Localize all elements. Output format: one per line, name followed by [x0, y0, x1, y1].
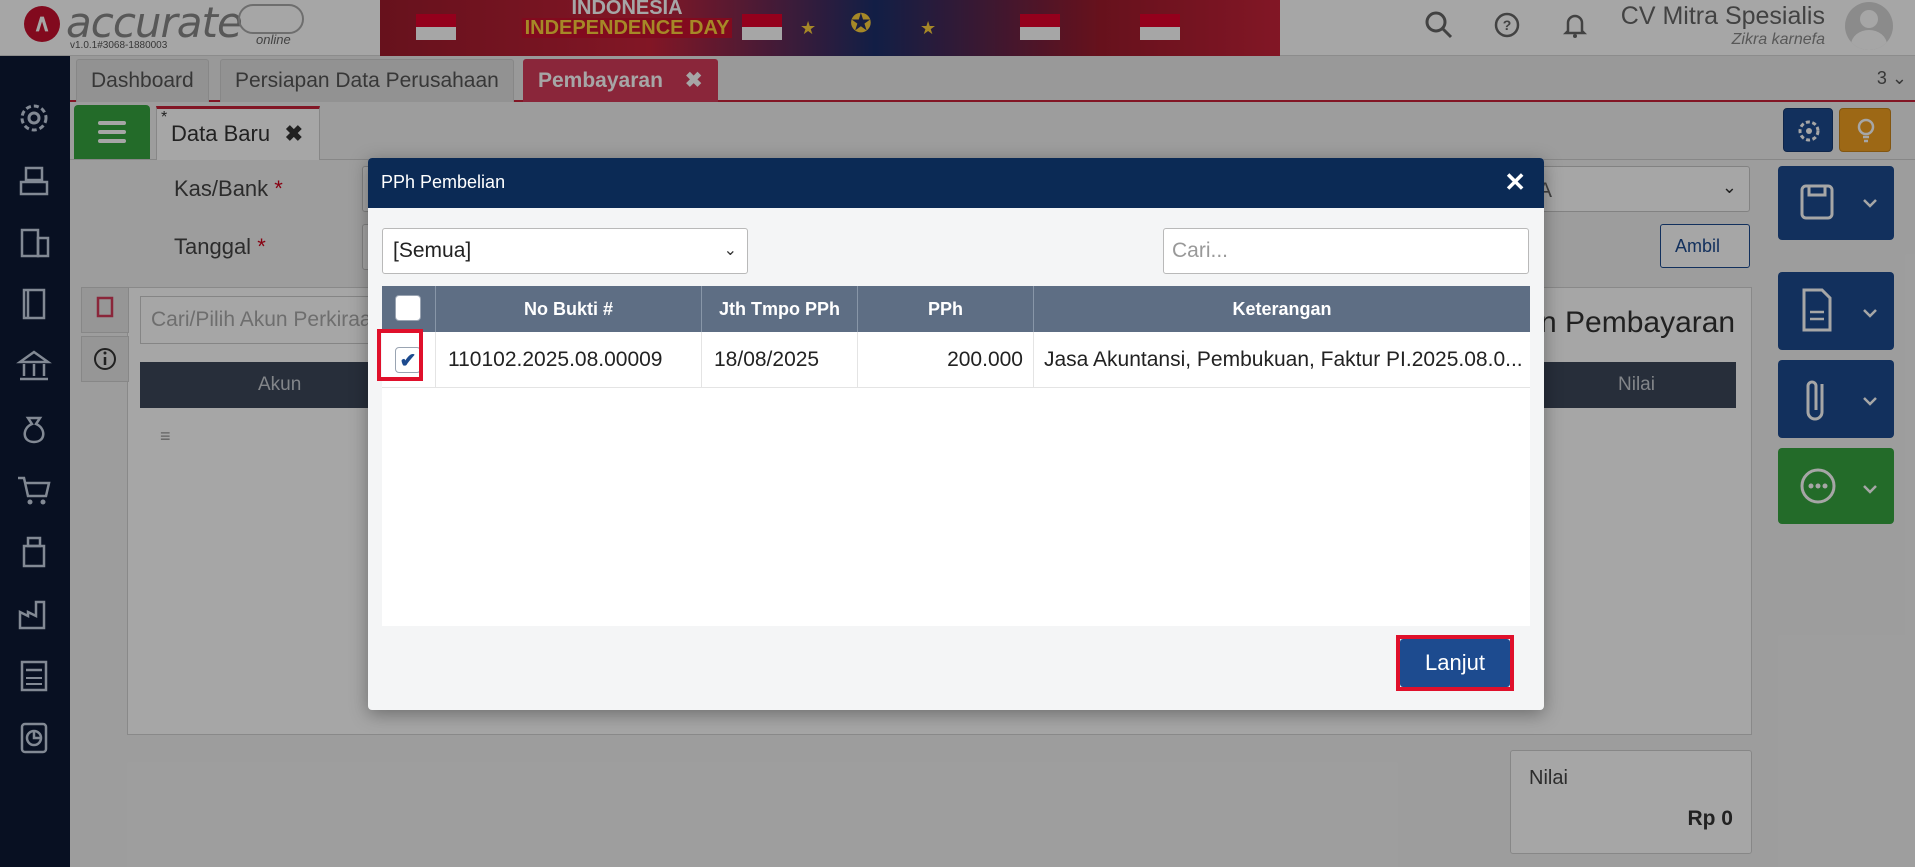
column-jth-tmpo[interactable]: Jth Tmpo PPh: [702, 286, 858, 332]
filter-select[interactable]: [Semua] ⌄: [382, 228, 748, 274]
table-row[interactable]: ✔ 110102.2025.08.00009 18/08/2025 200.00…: [382, 332, 1530, 388]
keterangan-cell: Jasa Akuntansi, Pembukuan, Faktur PI.202…: [1044, 348, 1523, 371]
table-header: No Bukti # Jth Tmpo PPh PPh Keterangan: [382, 286, 1530, 332]
select-all-cell: [382, 286, 436, 332]
checkbox-highlight: [377, 329, 423, 381]
jth-tmpo-cell: 18/08/2025: [702, 332, 858, 388]
close-icon[interactable]: ✕: [1504, 166, 1526, 198]
select-all-checkbox[interactable]: [395, 295, 421, 321]
filter-value: [Semua]: [393, 239, 472, 262]
pph-cell: 200.000: [858, 332, 1034, 388]
pph-pembelian-dialog: PPh Pembelian ✕ [Semua] ⌄ No Bukti # Jth…: [368, 158, 1544, 710]
dialog-header: PPh Pembelian ✕: [368, 158, 1544, 208]
no-bukti-cell: 110102.2025.08.00009: [436, 332, 702, 388]
chevron-down-icon: ⌄: [723, 242, 737, 259]
column-keterangan[interactable]: Keterangan: [1034, 286, 1530, 332]
lanjut-highlight: [1396, 635, 1514, 691]
column-no-bukti[interactable]: No Bukti #: [436, 286, 702, 332]
dialog-title: PPh Pembelian: [381, 172, 506, 192]
pph-table: No Bukti # Jth Tmpo PPh PPh Keterangan ✔…: [382, 286, 1530, 626]
search-input[interactable]: [1163, 228, 1529, 274]
column-pph[interactable]: PPh: [858, 286, 1034, 332]
